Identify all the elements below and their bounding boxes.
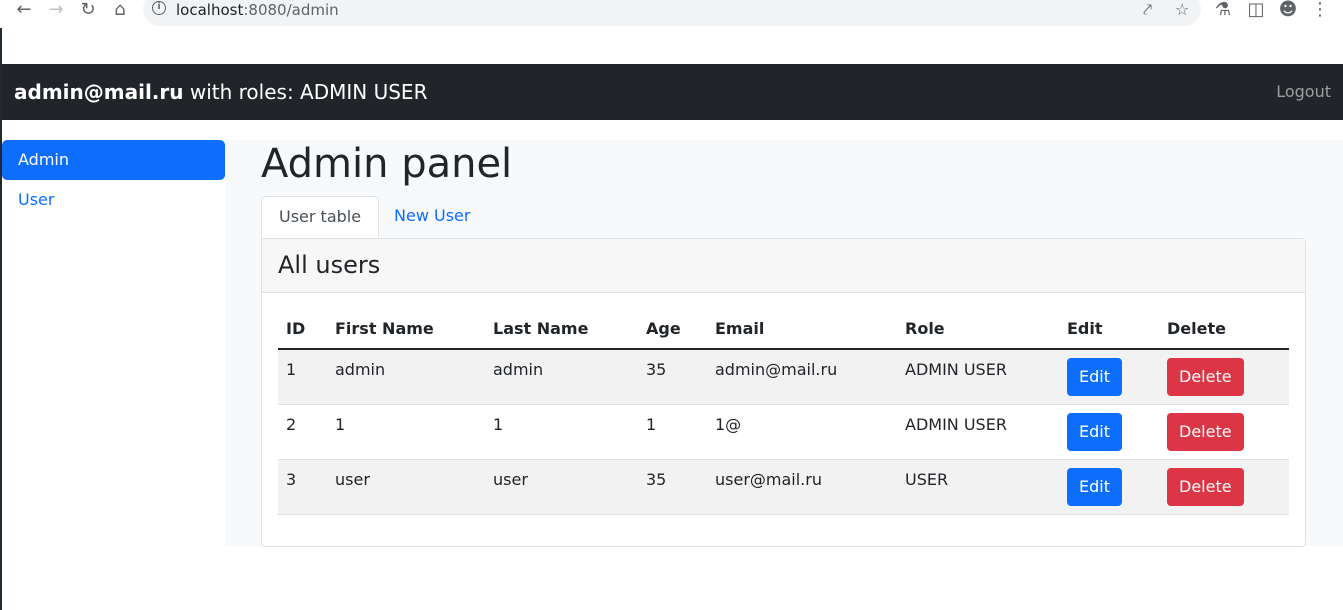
top-navbar: admin@mail.ru with roles: ADMIN USER Log… — [2, 64, 1343, 120]
cell-edit: Edit — [1059, 459, 1159, 515]
header-delete: Delete — [1159, 309, 1289, 350]
back-arrow-icon[interactable]: ← — [14, 0, 34, 20]
table-header-row: ID First Name Last Name Age Email Role E… — [278, 309, 1289, 350]
card-header: All users — [262, 239, 1305, 293]
tab-user-table[interactable]: User table — [261, 196, 380, 238]
cell-role: USER — [897, 459, 1059, 515]
cell-role: ADMIN USER — [897, 349, 1059, 405]
cell-edit: Edit — [1059, 349, 1159, 405]
cell-role: ADMIN USER — [897, 404, 1059, 460]
url-host: localhost — [176, 1, 244, 19]
cell-email: user@mail.ru — [707, 459, 897, 515]
page-title: Admin panel — [261, 141, 513, 187]
url-path: :8080/admin — [243, 1, 339, 19]
navbar-roles: with roles: ADMIN USER — [183, 80, 428, 104]
browser-toolbar: ← → ↻ ⌂ i localhost:8080/admin ⤤ ☆ ⚗ ◫ ☻… — [0, 0, 1343, 28]
forward-arrow-icon[interactable]: → — [46, 0, 66, 20]
cell-first-name: admin — [327, 349, 485, 405]
cell-last-name: admin — [485, 349, 638, 405]
reload-icon[interactable]: ↻ — [78, 0, 98, 20]
address-bar[interactable]: i localhost:8080/admin ⤤ ☆ — [143, 0, 1201, 26]
delete-button[interactable]: Delete — [1167, 412, 1244, 451]
cell-delete: Delete — [1159, 459, 1289, 515]
logout-link[interactable]: Logout — [1276, 82, 1331, 102]
cell-age: 35 — [638, 459, 707, 515]
navbar-user-info: admin@mail.ru with roles: ADMIN USER — [14, 80, 427, 104]
url-text[interactable]: localhost:8080/admin — [176, 1, 339, 19]
card-title: All users — [278, 251, 381, 279]
tab-new-user[interactable]: New User — [377, 196, 487, 238]
site-info-icon[interactable]: i — [152, 1, 166, 15]
browser-menu-icon[interactable]: ⋮ — [1310, 0, 1330, 20]
table-row: 1 admin admin 35 admin@mail.ru ADMIN USE… — [278, 349, 1289, 405]
sidebar: Admin User — [2, 140, 225, 220]
cell-delete: Delete — [1159, 404, 1289, 460]
cell-delete: Delete — [1159, 349, 1289, 405]
cell-id: 1 — [278, 349, 327, 405]
cell-last-name: user — [485, 459, 638, 515]
main-content: Admin panel User table New User All user… — [225, 140, 1343, 547]
header-role: Role — [897, 309, 1059, 350]
users-card: All users ID First Name Last Name Age Em… — [261, 238, 1306, 547]
header-first-name: First Name — [327, 309, 485, 350]
sidebar-item-admin[interactable]: Admin — [2, 140, 225, 180]
cell-id: 3 — [278, 459, 327, 515]
cell-last-name: 1 — [485, 404, 638, 460]
edit-button[interactable]: Edit — [1067, 358, 1122, 396]
share-icon[interactable]: ⤤ — [1143, 0, 1152, 20]
header-edit: Edit — [1059, 309, 1159, 350]
edit-button[interactable]: Edit — [1067, 467, 1122, 506]
side-panel-icon[interactable]: ◫ — [1246, 0, 1266, 20]
header-email: Email — [707, 309, 897, 350]
header-age: Age — [638, 309, 707, 350]
navbar-user-email: admin@mail.ru — [14, 80, 184, 104]
header-id: ID — [278, 309, 327, 350]
labs-flask-icon[interactable]: ⚗ — [1213, 0, 1233, 20]
cell-id: 2 — [278, 404, 327, 460]
cell-email: 1@ — [707, 404, 897, 460]
home-icon[interactable]: ⌂ — [110, 0, 130, 20]
bookmark-star-icon[interactable]: ☆ — [1175, 0, 1189, 19]
cell-age: 1 — [638, 404, 707, 460]
tab-bar: User table New User — [261, 196, 1306, 238]
table-row: 3 user user 35 user@mail.ru USER Edit De… — [278, 459, 1289, 515]
delete-button[interactable]: Delete — [1167, 358, 1244, 396]
delete-button[interactable]: Delete — [1167, 467, 1244, 506]
cell-age: 35 — [638, 349, 707, 405]
header-last-name: Last Name — [485, 309, 638, 350]
cell-edit: Edit — [1059, 404, 1159, 460]
cell-email: admin@mail.ru — [707, 349, 897, 405]
cell-first-name: user — [327, 459, 485, 515]
table-row: 2 1 1 1 1@ ADMIN USER Edit Delete — [278, 404, 1289, 460]
profile-avatar-icon[interactable]: ☻ — [1278, 0, 1298, 20]
edit-button[interactable]: Edit — [1067, 412, 1122, 451]
users-table: ID First Name Last Name Age Email Role E… — [278, 309, 1289, 515]
sidebar-item-user[interactable]: User — [2, 180, 225, 220]
cell-first-name: 1 — [327, 404, 485, 460]
